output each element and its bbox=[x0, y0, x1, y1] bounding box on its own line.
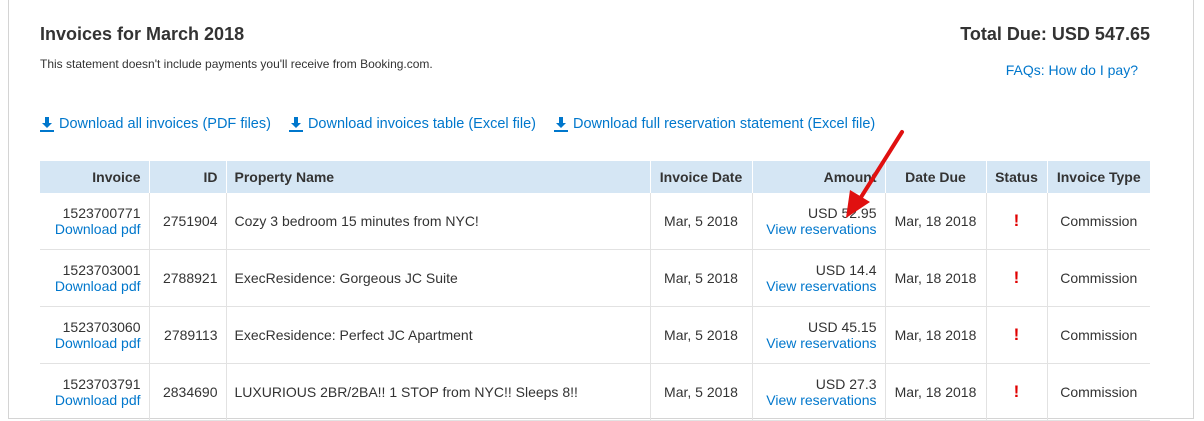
property-name-cell: Cozy 3 bedroom 15 minutes from NYC! bbox=[226, 193, 651, 250]
amount-cell: USD 45.15 View reservations bbox=[752, 306, 886, 364]
invoice-number: 1523700771 bbox=[62, 205, 141, 221]
download-icon bbox=[554, 116, 569, 132]
column-header-id: ID bbox=[149, 161, 227, 193]
amount-cell: USD 14.4 View reservations bbox=[752, 249, 886, 307]
table-row: 1523703060 Download pdf 2789113 ExecResi… bbox=[40, 306, 1150, 364]
download-reservation-statement-link[interactable]: Download full reservation statement (Exc… bbox=[554, 116, 875, 132]
amount-cell: USD 27.3 View reservations bbox=[752, 363, 886, 421]
status-cell: ! bbox=[986, 249, 1048, 307]
amount-value: USD 14.4 bbox=[815, 262, 877, 278]
date-due-cell: Mar, 18 2018 bbox=[885, 249, 987, 307]
invoice-date-cell: Mar, 5 2018 bbox=[650, 363, 753, 421]
column-header-invoice-date: Invoice Date bbox=[650, 161, 753, 193]
id-cell: 2751904 bbox=[149, 193, 227, 250]
date-due-cell: Mar, 18 2018 bbox=[885, 193, 987, 250]
table-header-row: Invoice ID Property Name Invoice Date Am… bbox=[40, 161, 1150, 193]
download-icon bbox=[288, 116, 303, 132]
invoice-date-cell: Mar, 5 2018 bbox=[650, 249, 753, 307]
view-reservations-link[interactable]: View reservations bbox=[761, 392, 876, 408]
table-row: 1523700771 Download pdf 2751904 Cozy 3 b… bbox=[40, 193, 1150, 250]
download-pdf-link[interactable]: Download pdf bbox=[48, 278, 141, 294]
status-alert-icon: ! bbox=[1013, 382, 1020, 401]
amount-value: USD 45.15 bbox=[808, 319, 877, 335]
download-invoices-table-link[interactable]: Download invoices table (Excel file) bbox=[288, 116, 537, 132]
column-header-invoice: Invoice bbox=[40, 161, 150, 193]
status-alert-icon: ! bbox=[1013, 325, 1020, 344]
invoice-number: 1523703060 bbox=[62, 319, 141, 335]
property-name-cell: ExecResidence: Perfect JC Apartment bbox=[226, 306, 651, 364]
statement-note: This statement doesn't include payments … bbox=[40, 57, 433, 71]
status-cell: ! bbox=[986, 363, 1048, 421]
view-reservations-link[interactable]: View reservations bbox=[761, 335, 876, 351]
table-row: 1523703001 Download pdf 2788921 ExecResi… bbox=[40, 249, 1150, 307]
invoice-type-cell: Commission bbox=[1047, 363, 1150, 421]
status-cell: ! bbox=[986, 306, 1048, 364]
invoice-type-cell: Commission bbox=[1047, 306, 1150, 364]
column-header-amount: Amount bbox=[752, 161, 886, 193]
status-alert-icon: ! bbox=[1013, 211, 1020, 230]
invoice-number: 1523703791 bbox=[62, 376, 141, 392]
id-cell: 2788921 bbox=[149, 249, 227, 307]
view-reservations-link[interactable]: View reservations bbox=[761, 221, 876, 237]
invoice-cell: 1523703001 Download pdf bbox=[40, 249, 150, 307]
invoice-cell: 1523700771 Download pdf bbox=[40, 193, 150, 250]
table-row: 1523703791 Download pdf 2834690 LUXURIOU… bbox=[40, 363, 1150, 421]
download-icon bbox=[40, 116, 54, 132]
date-due-cell: Mar, 18 2018 bbox=[885, 306, 987, 364]
column-header-date-due: Date Due bbox=[885, 161, 987, 193]
amount-value: USD 27.3 bbox=[815, 376, 877, 392]
status-cell: ! bbox=[986, 193, 1048, 250]
invoice-type-cell: Commission bbox=[1047, 193, 1150, 250]
download-pdf-link[interactable]: Download pdf bbox=[48, 221, 141, 237]
page-title: Invoices for March 2018 bbox=[40, 24, 245, 44]
invoice-date-cell: Mar, 5 2018 bbox=[650, 306, 753, 364]
total-due: Total Due: USD 547.65 bbox=[960, 24, 1150, 44]
invoice-number: 1523703001 bbox=[62, 262, 141, 278]
amount-cell: USD 52.95 View reservations bbox=[752, 193, 886, 250]
id-cell: 2834690 bbox=[149, 363, 227, 421]
date-due-cell: Mar, 18 2018 bbox=[885, 363, 987, 421]
amount-value: USD 52.95 bbox=[808, 205, 877, 221]
view-reservations-link[interactable]: View reservations bbox=[761, 278, 876, 294]
status-alert-icon: ! bbox=[1013, 268, 1020, 287]
id-cell: 2789113 bbox=[149, 306, 227, 364]
invoice-cell: 1523703060 Download pdf bbox=[40, 306, 150, 364]
invoice-type-cell: Commission bbox=[1047, 249, 1150, 307]
invoices-table: Invoice ID Property Name Invoice Date Am… bbox=[40, 161, 1150, 421]
download-all-invoices-label: Download all invoices (PDF files) bbox=[59, 116, 271, 132]
invoice-cell: 1523703791 Download pdf bbox=[40, 363, 150, 421]
property-name-cell: ExecResidence: Gorgeous JC Suite bbox=[226, 249, 651, 307]
column-header-property-name: Property Name bbox=[226, 161, 651, 193]
download-pdf-link[interactable]: Download pdf bbox=[48, 335, 141, 351]
download-pdf-link[interactable]: Download pdf bbox=[48, 392, 141, 408]
invoice-date-cell: Mar, 5 2018 bbox=[650, 193, 753, 250]
property-name-cell: LUXURIOUS 2BR/2BA!! 1 STOP from NYC!! Sl… bbox=[226, 363, 651, 421]
download-invoices-table-label: Download invoices table (Excel file) bbox=[307, 116, 537, 132]
faq-link[interactable]: FAQs: How do I pay? bbox=[1006, 62, 1138, 78]
column-header-invoice-type: Invoice Type bbox=[1047, 161, 1150, 193]
download-links: Download all invoices (PDF files) Downlo… bbox=[40, 116, 875, 132]
column-header-status: Status bbox=[986, 161, 1048, 193]
download-all-invoices-link[interactable]: Download all invoices (PDF files) bbox=[40, 116, 271, 132]
download-reservation-statement-label: Download full reservation statement (Exc… bbox=[573, 116, 876, 132]
